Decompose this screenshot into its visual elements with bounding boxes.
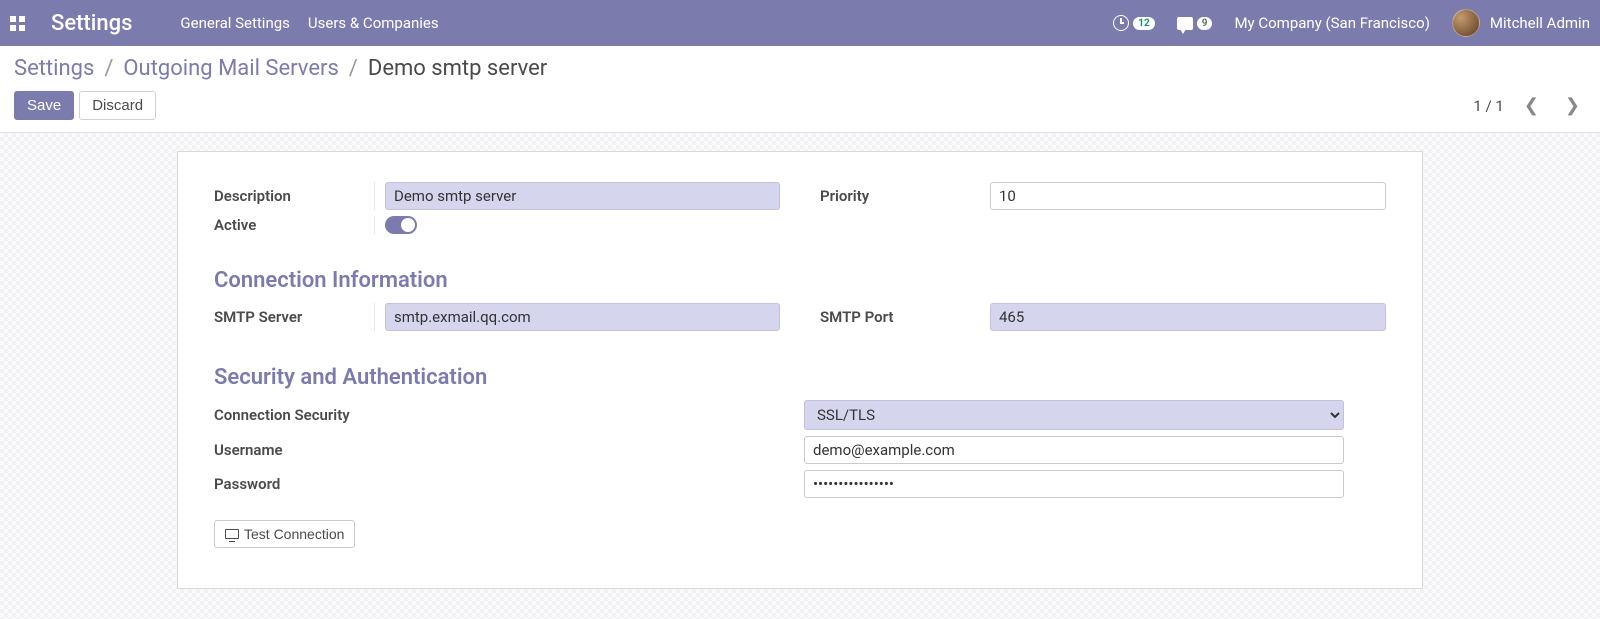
- pager-value[interactable]: 1 / 1: [1473, 97, 1504, 115]
- breadcrumb-current: Demo smtp server: [368, 56, 547, 81]
- section-security-auth: Security and Authentication: [214, 365, 1386, 390]
- activity-indicator[interactable]: 12: [1113, 15, 1154, 31]
- test-connection-label: Test Connection: [244, 526, 344, 542]
- control-panel: Settings / Outgoing Mail Servers / Demo …: [0, 46, 1600, 133]
- clock-icon: [1113, 15, 1129, 31]
- smtp-port-field[interactable]: [990, 303, 1386, 331]
- monitor-icon: [225, 529, 239, 539]
- description-field[interactable]: [385, 182, 780, 210]
- nav-general-settings[interactable]: General Settings: [180, 14, 290, 32]
- label-connection-security: Connection Security: [214, 406, 514, 424]
- messages-badge: 9: [1197, 17, 1213, 30]
- breadcrumb: Settings / Outgoing Mail Servers / Demo …: [14, 56, 1586, 81]
- apps-icon[interactable]: [10, 16, 25, 31]
- label-priority: Priority: [820, 187, 990, 205]
- breadcrumb-root[interactable]: Settings: [14, 56, 94, 81]
- breadcrumb-parent[interactable]: Outgoing Mail Servers: [123, 56, 338, 81]
- user-name: Mitchell Admin: [1490, 14, 1590, 32]
- content-area: Description Active Priority: [0, 133, 1600, 619]
- active-toggle[interactable]: [385, 216, 417, 234]
- label-password: Password: [214, 475, 514, 493]
- save-button[interactable]: Save: [14, 91, 74, 120]
- section-connection-info: Connection Information: [214, 268, 1386, 293]
- username-field[interactable]: [804, 436, 1344, 464]
- label-username: Username: [214, 441, 514, 459]
- label-description: Description: [214, 187, 384, 205]
- pager-next-icon[interactable]: ❯: [1559, 93, 1586, 118]
- company-name: My Company (San Francisco): [1234, 14, 1429, 32]
- company-selector[interactable]: My Company (San Francisco): [1234, 14, 1429, 32]
- pager: 1 / 1 ❮ ❯: [1473, 93, 1586, 118]
- nav-users-companies[interactable]: Users & Companies: [308, 14, 439, 32]
- smtp-server-field[interactable]: [385, 303, 780, 331]
- breadcrumb-sep: /: [349, 56, 358, 81]
- messages-indicator[interactable]: 9: [1177, 17, 1213, 30]
- pager-prev-icon[interactable]: ❮: [1518, 93, 1545, 118]
- label-active: Active: [214, 216, 384, 234]
- app-title[interactable]: Settings: [51, 11, 132, 36]
- chat-icon: [1177, 17, 1193, 30]
- user-menu[interactable]: Mitchell Admin: [1452, 9, 1590, 37]
- label-smtp-port: SMTP Port: [820, 308, 990, 326]
- discard-button[interactable]: Discard: [79, 91, 156, 120]
- label-smtp-server: SMTP Server: [214, 308, 384, 326]
- avatar: [1452, 9, 1480, 37]
- form-card: Description Active Priority: [177, 151, 1423, 589]
- test-connection-button[interactable]: Test Connection: [214, 520, 355, 548]
- connection-security-select[interactable]: SSL/TLS: [804, 400, 1344, 430]
- activity-badge: 12: [1133, 17, 1154, 30]
- password-field[interactable]: [804, 470, 1344, 498]
- navbar: Settings General Settings Users & Compan…: [0, 0, 1600, 46]
- priority-field[interactable]: [990, 182, 1386, 210]
- breadcrumb-sep: /: [104, 56, 113, 81]
